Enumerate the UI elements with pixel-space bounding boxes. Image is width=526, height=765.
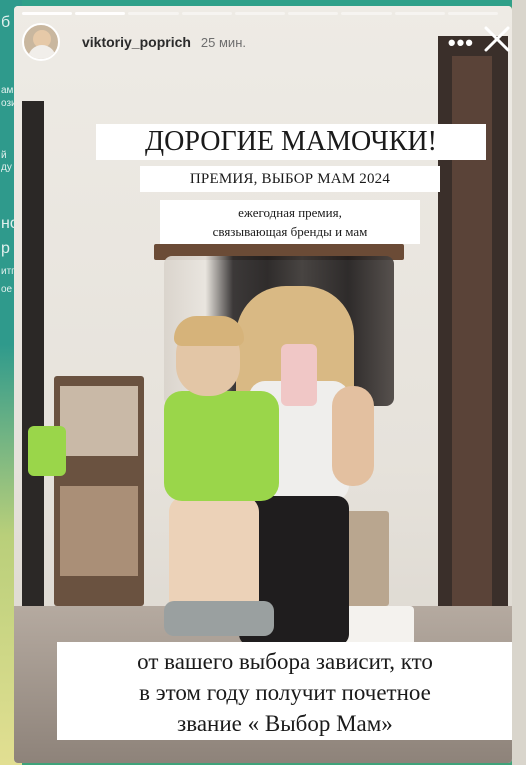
post-time: 25 мин. xyxy=(200,34,246,50)
progress-segment xyxy=(181,12,232,15)
story-description: ежегодная премия, связывающая бренды и м… xyxy=(160,200,420,244)
progress-segment xyxy=(75,12,126,15)
progress-segment xyxy=(394,12,445,15)
story-viewer[interactable]: ДОРОГИЕ МАМОЧКИ! ПРЕМИЯ, ВЫБОР МАМ 2024 … xyxy=(14,6,512,763)
caption-line: в этом году получит почетное xyxy=(139,680,431,705)
phone xyxy=(281,344,317,406)
caption-line: звание « Выбор Мам» xyxy=(177,711,393,736)
bg-text: б xyxy=(1,14,11,31)
story-bottom-caption: от вашего выбора зависит, кто в этом год… xyxy=(57,642,512,740)
bg-text: р xyxy=(1,240,10,257)
more-horizontal-icon[interactable]: ••• xyxy=(448,30,474,56)
child-hair xyxy=(174,316,244,346)
caption-line: от вашего выбора зависит, кто xyxy=(137,649,433,674)
child-shirt xyxy=(164,391,279,501)
description-line: связывающая бренды и мам xyxy=(212,224,368,239)
child-legs xyxy=(169,496,259,616)
background-app-edge xyxy=(512,0,526,765)
avatar[interactable] xyxy=(22,23,60,61)
progress-segment xyxy=(128,12,179,15)
progress-segment xyxy=(447,12,498,15)
bg-text: й xyxy=(1,150,7,161)
progress-segment xyxy=(288,12,339,15)
bg-text: ое xyxy=(1,284,13,295)
story-header: viktoriy_poprich 25 мин. ••• xyxy=(22,22,512,62)
child-shoes xyxy=(164,601,274,636)
description-line: ежегодная премия, xyxy=(238,205,342,220)
progress-segment xyxy=(341,12,392,15)
username[interactable]: viktoriy_poprich xyxy=(82,34,191,50)
bg-text: итг xyxy=(1,266,15,277)
shelf xyxy=(54,376,144,606)
woman-arm xyxy=(332,386,374,486)
story-progress-bar xyxy=(22,12,498,15)
close-icon[interactable] xyxy=(482,24,512,54)
bg-text: ду xyxy=(1,162,12,173)
story-title: ДОРОГИЕ МАМОЧКИ! xyxy=(96,124,486,160)
white-box xyxy=(344,606,414,646)
story-subtitle: ПРЕМИЯ, ВЫБОР МАМ 2024 xyxy=(140,166,440,192)
progress-segment xyxy=(234,12,286,15)
progress-segment xyxy=(22,12,73,15)
green-item xyxy=(28,426,66,476)
